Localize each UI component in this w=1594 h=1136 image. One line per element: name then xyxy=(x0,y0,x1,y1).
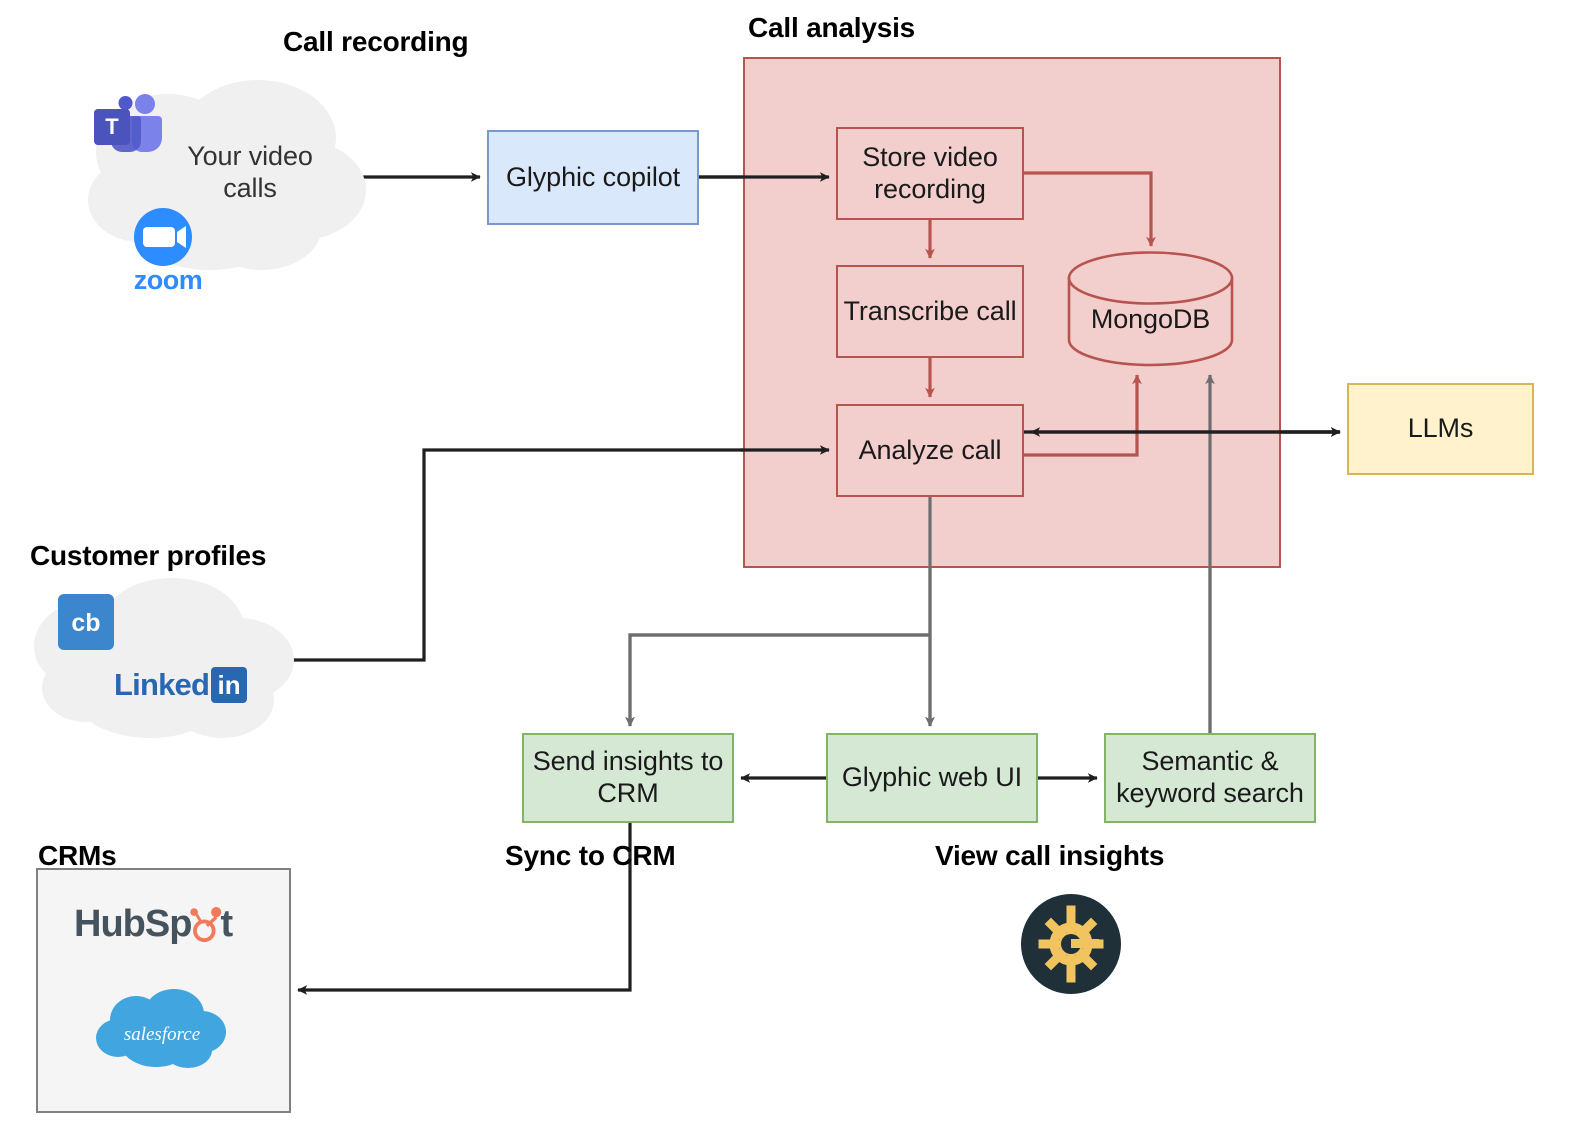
zoom-icon: zoom xyxy=(125,207,211,295)
hubspot-icon: HubSp t xyxy=(74,896,264,952)
node-transcribe-call-label: Transcribe call xyxy=(843,295,1017,326)
your-video-calls-line-1: Your video xyxy=(187,141,313,172)
hubspot-wordmark-tail: t xyxy=(220,902,233,945)
node-glyphic-copilot[interactable]: Glyphic copilot xyxy=(487,130,699,225)
your-video-calls-line-2: calls xyxy=(223,173,277,203)
linkedin-mark: in xyxy=(211,667,248,703)
semantic-search-line-2: keyword search xyxy=(1116,778,1304,808)
node-llms-label: LLMs xyxy=(1407,413,1474,444)
architecture-diagram: Call recording Call analysis Customer pr… xyxy=(0,0,1594,1136)
node-glyphic-copilot-label: Glyphic copilot xyxy=(505,161,681,192)
node-analyze-call-label: Analyze call xyxy=(858,434,1002,465)
zoom-wordmark: zoom xyxy=(134,265,203,295)
node-analyze-call[interactable]: Analyze call xyxy=(836,404,1024,497)
node-glyphic-web-ui[interactable]: Glyphic web UI xyxy=(826,733,1038,823)
hubspot-sprocket-icon xyxy=(190,907,222,943)
node-transcribe-call[interactable]: Transcribe call xyxy=(836,265,1024,358)
microsoft-teams-icon: T xyxy=(94,94,162,152)
node-store-video-recording[interactable]: Store video recording xyxy=(836,127,1024,220)
semantic-search-line-1: Semantic & xyxy=(1141,746,1279,777)
linkedin-icon: Linked in xyxy=(114,664,274,706)
send-insights-line-1: Send insights to xyxy=(532,746,724,777)
store-video-recording-line-2: recording xyxy=(874,173,986,204)
teams-letter: T xyxy=(105,114,119,139)
crunchbase-icon: cb xyxy=(58,594,114,650)
salesforce-icon: salesforce xyxy=(90,980,240,1076)
hubspot-wordmark: HubSp xyxy=(74,902,192,945)
node-mongodb-label: MongoDB xyxy=(1090,304,1211,335)
store-video-recording-line-1: Store video xyxy=(862,141,998,172)
node-mongodb[interactable]: MongoDB xyxy=(1069,290,1232,350)
node-llms[interactable]: LLMs xyxy=(1347,383,1534,475)
node-your-video-calls: Your video calls xyxy=(155,128,345,218)
linkedin-wordmark: Linked xyxy=(114,667,210,702)
node-send-insights-to-crm[interactable]: Send insights to CRM xyxy=(522,733,734,823)
send-insights-line-2: CRM xyxy=(597,778,659,808)
crunchbase-wordmark: cb xyxy=(71,609,100,637)
node-semantic-keyword-search[interactable]: Semantic & keyword search xyxy=(1104,733,1316,823)
glyphic-icon xyxy=(1021,894,1121,994)
node-glyphic-web-ui-label: Glyphic web UI xyxy=(841,762,1023,793)
salesforce-wordmark: salesforce xyxy=(124,1024,200,1045)
